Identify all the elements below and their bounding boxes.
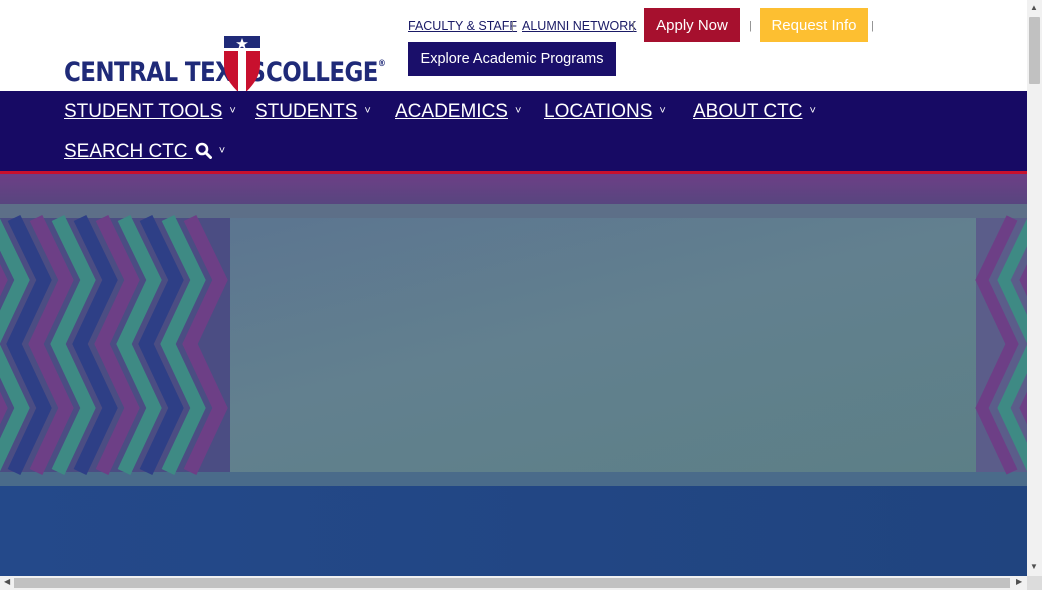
nav-search-ctc[interactable]: SEARCH CTC ˅ [64, 141, 225, 163]
separator: | [749, 20, 752, 32]
nav-label: ACADEMICS [395, 101, 508, 122]
left-chevron-pattern [0, 214, 230, 475]
explore-academic-programs-button[interactable]: Explore Academic Programs [408, 42, 616, 76]
nav-label: STUDENT TOOLS [64, 101, 223, 122]
chevron-down-icon: ˅ [514, 105, 522, 117]
scroll-up-arrow-icon[interactable]: ▲ [1030, 3, 1038, 12]
nav-academics[interactable]: ACADEMICS ˅ [395, 101, 521, 123]
right-chevron-pattern [975, 215, 1027, 475]
nav-locations[interactable]: LOCATIONS ˅ [544, 101, 666, 123]
main-navigation: STUDENT TOOLS ˅ STUDENTS ˅ ACADEMICS ˅ LOCA… [0, 91, 1027, 174]
horizontal-scrollbar[interactable]: ◀ ▶ [0, 576, 1027, 590]
hero-banner [0, 174, 1027, 576]
nav-student-tools[interactable]: STUDENT TOOLS ˅ [64, 101, 236, 123]
alumni-network-link[interactable]: ALUMNI NETWORK [522, 19, 637, 33]
chevron-down-icon: ˅ [364, 105, 371, 117]
scroll-right-arrow-icon[interactable]: ▶ [1016, 577, 1022, 586]
nav-label: STUDENTS [255, 101, 358, 122]
hero-background-pattern [0, 174, 1027, 576]
chevron-down-icon: ˅ [809, 105, 816, 117]
chevron-down-icon: ˅ [218, 145, 226, 157]
scroll-left-arrow-icon[interactable]: ◀ [4, 577, 10, 586]
faculty-staff-link[interactable]: FACULTY & STAFF [408, 19, 517, 33]
vertical-scroll-thumb[interactable] [1029, 17, 1040, 84]
search-icon [195, 142, 212, 159]
separator: | [871, 20, 874, 32]
utility-bar: FACULTY & STAFF | ALUMNI NETWORK | Apply… [0, 8, 1027, 88]
chevron-down-icon: ˅ [659, 105, 666, 117]
nav-label: ABOUT CTC [693, 101, 803, 122]
horizontal-scroll-thumb[interactable] [14, 578, 1010, 588]
scrollbar-corner [1027, 576, 1042, 590]
chevron-down-icon: ˅ [229, 105, 236, 117]
vertical-scrollbar[interactable]: ▲ ▼ [1027, 0, 1042, 576]
nav-label: SEARCH CTC [64, 141, 188, 162]
nav-students[interactable]: STUDENTS ˅ [255, 101, 371, 123]
request-info-button[interactable]: Request Info [760, 8, 868, 42]
nav-label: LOCATIONS [544, 101, 653, 122]
apply-now-button[interactable]: Apply Now [644, 8, 740, 42]
separator: | [511, 20, 514, 32]
site-header: CENTRAL TEXAS COLLEGE® FACULTY & STAFF |… [0, 0, 1027, 96]
separator: | [632, 20, 635, 32]
nav-about-ctc[interactable]: ABOUT CTC ˅ [693, 101, 816, 123]
scroll-down-arrow-icon[interactable]: ▼ [1030, 562, 1038, 571]
